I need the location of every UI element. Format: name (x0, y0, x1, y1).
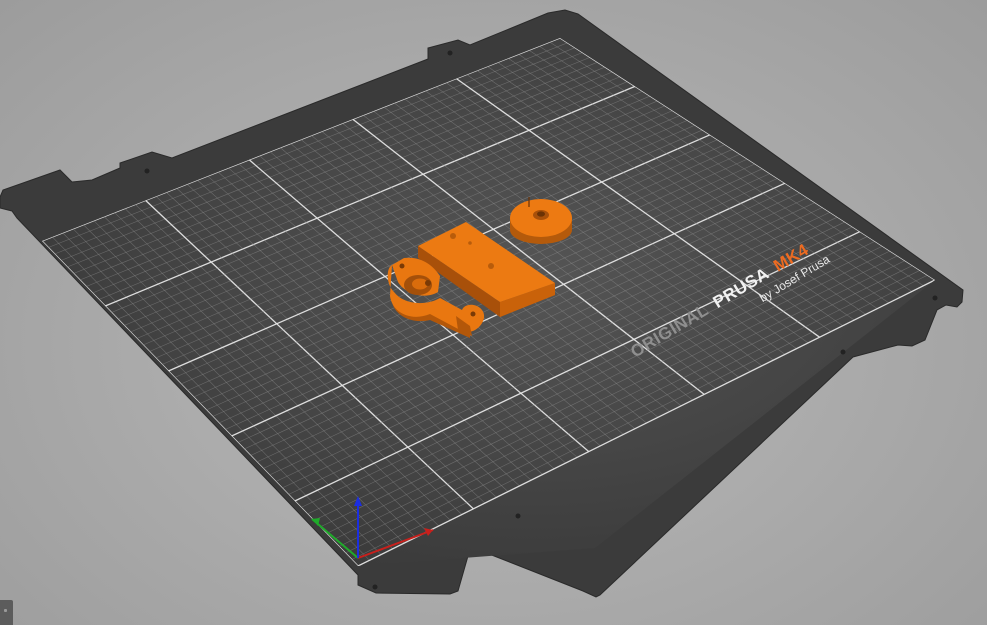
3d-viewport[interactable]: ORIGINAL PRUSA MK4 by Josef Prusa (0, 0, 987, 625)
sidebar-collapse-handle[interactable] (0, 600, 13, 625)
handle-grip-icon (4, 609, 7, 612)
scene-canvas[interactable]: ORIGINAL PRUSA MK4 by Josef Prusa (0, 0, 987, 625)
